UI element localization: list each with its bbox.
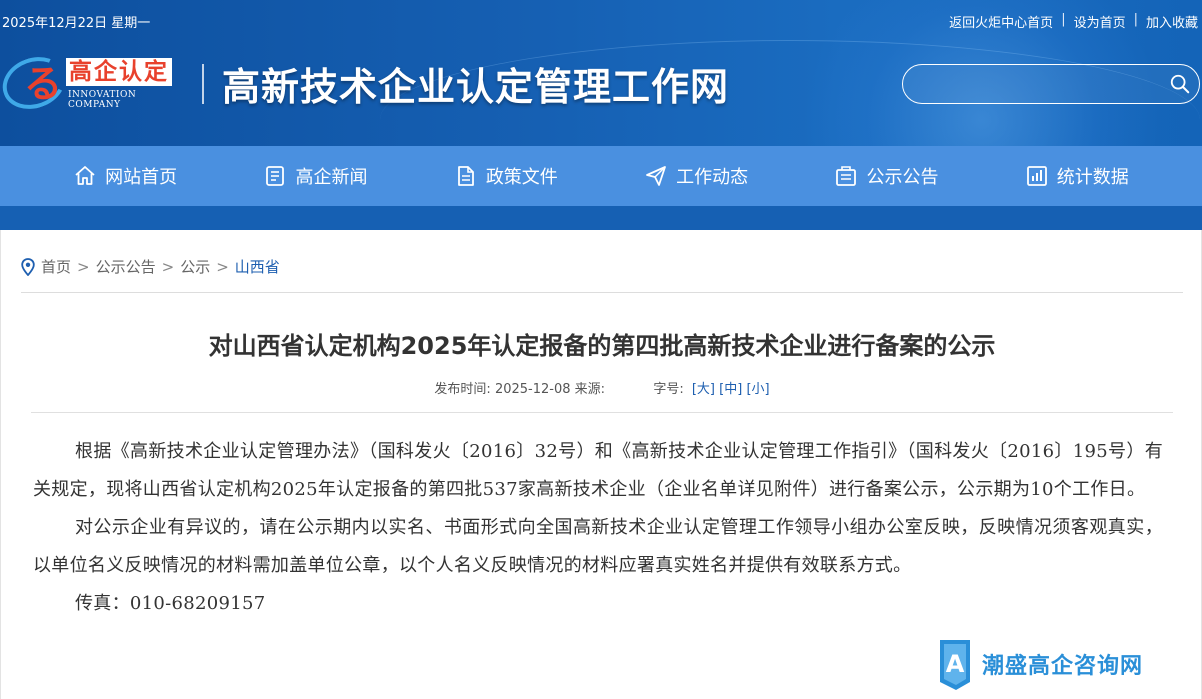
news-icon xyxy=(266,166,285,186)
nav-item-label: 政策文件 xyxy=(485,167,558,188)
nav-item-notices[interactable]: 公示公告 xyxy=(834,163,938,189)
search-icon[interactable] xyxy=(1169,73,1191,95)
watermark-letter: A xyxy=(946,650,965,678)
breadcrumb-separator: > xyxy=(161,257,175,276)
nav-item-label: 网站首页 xyxy=(105,167,178,188)
breadcrumb-separator: > xyxy=(216,257,229,276)
breadcrumb-notices[interactable]: 公示公告 xyxy=(96,256,156,277)
font-size-medium-button[interactable]: [中] xyxy=(719,382,742,397)
nav-item-statistics[interactable]: 统计数据 xyxy=(1025,163,1129,189)
source-label: 来源: xyxy=(574,382,606,397)
site-header: 2025年12月22日 星期一 返回火炬中心首页 | 设为首页 | 加入收藏 る… xyxy=(0,0,1202,146)
logo-cn-text: 高企认定 xyxy=(66,58,172,86)
nav-bottom-band xyxy=(0,206,1202,230)
watermark-logo-icon: A xyxy=(940,640,970,690)
nav-item-label: 统计数据 xyxy=(1056,167,1129,188)
location-pin-icon xyxy=(21,257,35,276)
nav-item-label: 公示公告 xyxy=(866,167,939,188)
article-container: 首页 > 公示公告 > 公示 > 山西省 对山西省认定机构2025年认定报备的第… xyxy=(0,230,1202,699)
font-size-label: 字号: xyxy=(653,382,684,397)
nav-item-label: 高企新闻 xyxy=(295,167,368,188)
document-icon xyxy=(457,166,474,186)
font-size-large-button[interactable]: [大] xyxy=(692,382,715,397)
current-date: 2025年12月22日 星期一 xyxy=(2,16,151,31)
site-logo[interactable]: る 高企认定 INNOVATION COMPANY xyxy=(0,48,192,118)
nav-item-policy[interactable]: 政策文件 xyxy=(454,163,558,189)
site-title: 高新技术企业认定管理工作网 xyxy=(222,64,730,109)
chart-icon xyxy=(1026,166,1047,186)
breadcrumb-home[interactable]: 首页 xyxy=(41,256,71,277)
notice-icon xyxy=(836,166,857,186)
topbar-separator: | xyxy=(1061,12,1066,27)
publish-date: 2025-12-08 xyxy=(494,382,571,397)
topbar-separator: | xyxy=(1133,12,1138,27)
nav-item-home[interactable]: 网站首页 xyxy=(73,163,177,189)
nav-item-work-updates[interactable]: 工作动态 xyxy=(644,163,748,189)
article-paragraph: 对公示企业有异议的，请在公示期内以实名、书面形式向全国高新技术企业认定管理工作领… xyxy=(33,517,1163,576)
logo-figure-icon: る xyxy=(24,61,63,106)
add-bookmark-link[interactable]: 加入收藏 xyxy=(1146,12,1198,31)
home-icon xyxy=(75,166,95,185)
breadcrumb-divider xyxy=(21,292,1183,293)
article-paragraph: 根据《高新技术企业认定管理办法》（国科发火〔2016〕32号）和《高新技术企业认… xyxy=(33,441,1163,500)
breadcrumb: 首页 > 公示公告 > 公示 > 山西省 xyxy=(21,256,280,277)
search-input[interactable] xyxy=(917,71,1167,97)
font-size-small-button[interactable]: [小] xyxy=(746,382,769,397)
set-homepage-link[interactable]: 设为首页 xyxy=(1074,12,1126,31)
breadcrumb-shanxi[interactable]: 山西省 xyxy=(235,256,280,277)
article-meta: 发布时间: 2025-12-08 来源: 字号: [大] [中] [小] xyxy=(1,378,1202,397)
logo-en-text: INNOVATION COMPANY xyxy=(68,90,137,110)
nav-item-label: 工作动态 xyxy=(676,167,749,188)
fax-line: 传真：010-68209157 xyxy=(75,593,266,614)
send-icon xyxy=(646,166,667,186)
publish-label: 发布时间: xyxy=(434,382,491,397)
meta-divider xyxy=(31,412,1173,413)
breadcrumb-separator: > xyxy=(77,257,90,276)
breadcrumb-publicity[interactable]: 公示 xyxy=(180,256,210,277)
topbar-links: 返回火炬中心首页 | 设为首页 | 加入收藏 xyxy=(949,12,1198,31)
back-to-torch-center-link[interactable]: 返回火炬中心首页 xyxy=(949,12,1053,31)
search-box xyxy=(902,64,1200,104)
nav-item-news[interactable]: 高企新闻 xyxy=(263,163,367,189)
article-title: 对山西省认定机构2025年认定报备的第四批高新技术企业进行备案的公示 xyxy=(208,332,996,360)
main-nav: 网站首页 高企新闻 政策文件 工作动态 公示公告 统计数据 xyxy=(0,146,1202,206)
watermark-text: 潮盛高企咨询网 xyxy=(982,653,1144,679)
article-body: 根据《高新技术企业认定管理办法》（国科发火〔2016〕32号）和《高新技术企业认… xyxy=(33,433,1163,623)
watermark: A 潮盛高企咨询网 xyxy=(934,636,1143,692)
logo-divider xyxy=(202,64,204,104)
